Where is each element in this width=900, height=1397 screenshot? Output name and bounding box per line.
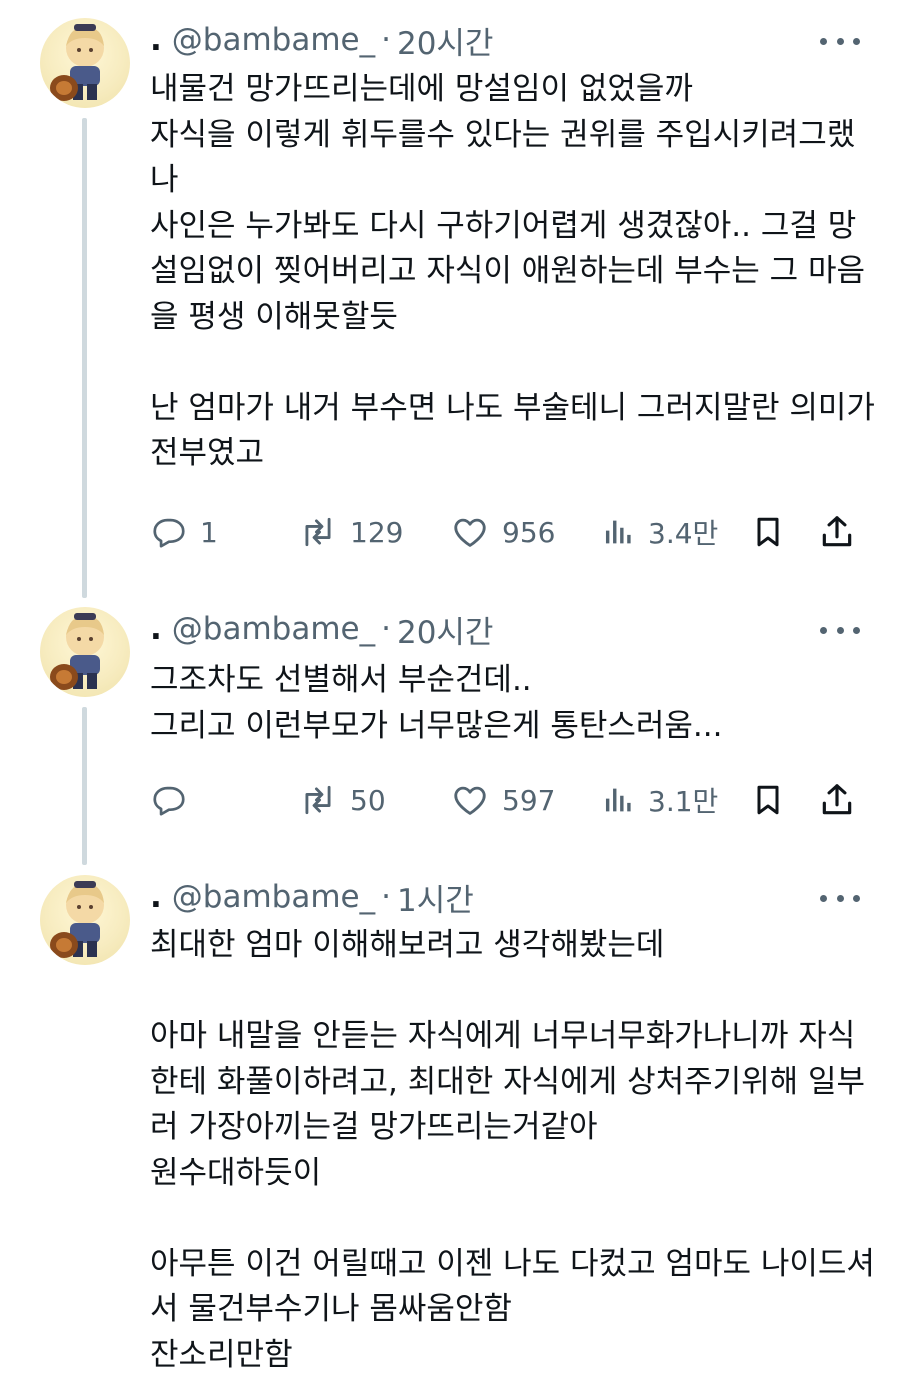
- share-upload-icon: [822, 784, 852, 815]
- timestamp[interactable]: 20시간: [397, 18, 494, 63]
- display-name-dot[interactable]: .: [150, 22, 162, 58]
- views-button[interactable]: 3.4만: [602, 507, 718, 557]
- share-upload-icon: [822, 516, 852, 547]
- share-button[interactable]: [818, 507, 856, 557]
- share-button[interactable]: [818, 775, 856, 825]
- avatar-character-icon: [50, 881, 104, 958]
- tweet-header: . @bambame_ · 20시간: [150, 607, 493, 651]
- bookmark-button[interactable]: [750, 775, 786, 825]
- tweet-3[interactable]: . @bambame_ · 1시간 최대한 엄마 이해해보려고 생각해봤는데 아…: [0, 868, 900, 1397]
- bar-chart-icon: [605, 520, 631, 544]
- action-bar: 1 129 956 3.4만: [150, 507, 870, 557]
- retweet-button[interactable]: 129: [298, 507, 403, 557]
- bookmark-icon: [757, 785, 779, 815]
- timestamp[interactable]: 1시간: [397, 875, 474, 920]
- heart-icon: [454, 518, 486, 547]
- tweet-text: 내물건 망가뜨리는데에 망설임이 없었을까 자식을 이렇게 휘두를수 있다는 권…: [150, 71, 875, 471]
- display-name-dot[interactable]: .: [150, 879, 162, 915]
- avatar[interactable]: [40, 18, 130, 108]
- action-bar: 50 597 3.1만: [150, 775, 870, 825]
- avatar-character-icon: [50, 613, 104, 690]
- bookmark-icon: [757, 517, 779, 547]
- like-count: 597: [502, 783, 556, 817]
- reply-button[interactable]: 1: [150, 507, 218, 557]
- more-dots-icon[interactable]: [820, 615, 860, 645]
- thread-line: [82, 707, 87, 865]
- tweet-1[interactable]: . @bambame_ · 20시간 내물건 망가뜨리는데에 망설임이 없었을까…: [0, 0, 900, 600]
- reply-count: 1: [200, 515, 218, 549]
- avatar[interactable]: [40, 875, 130, 965]
- user-handle[interactable]: @bambame_: [172, 611, 375, 647]
- user-handle[interactable]: @bambame_: [172, 22, 375, 58]
- tweet-header: . @bambame_ · 20시간: [150, 18, 493, 62]
- bookmark-button[interactable]: [750, 507, 786, 557]
- avatar[interactable]: [40, 607, 130, 697]
- reply-bubble-icon: [153, 786, 185, 816]
- user-handle[interactable]: @bambame_: [172, 879, 375, 915]
- more-dots-icon[interactable]: [820, 883, 860, 913]
- reply-button[interactable]: [150, 775, 200, 825]
- retweet-arrows-icon: [305, 785, 331, 815]
- tweet-text: 그조차도 선별해서 부순건데.. 그리고 이런부모가 너무많은게 통탄스러움..…: [150, 662, 723, 744]
- retweet-count: 50: [350, 783, 386, 817]
- tweet-text: 최대한 엄마 이해해보려고 생각해봤는데 아마 내말을 안듣는 자식에게 너무너…: [150, 927, 875, 1373]
- separator-dot: ·: [381, 22, 391, 58]
- thread-line: [82, 118, 87, 598]
- views-count: 3.1만: [648, 785, 719, 818]
- views-button[interactable]: 3.1만: [602, 775, 718, 825]
- display-name-dot[interactable]: .: [150, 611, 162, 647]
- tweet-2[interactable]: . @bambame_ · 20시간 그조차도 선별해서 부순건데.. 그리고 …: [0, 600, 900, 868]
- avatar-character-icon: [50, 24, 104, 101]
- tweet-header: . @bambame_ · 1시간: [150, 875, 474, 919]
- retweet-arrows-icon: [305, 517, 331, 547]
- like-count: 956: [502, 515, 556, 549]
- retweet-count: 129: [350, 515, 404, 549]
- like-button[interactable]: 597: [450, 775, 555, 825]
- separator-dot: ·: [381, 611, 391, 647]
- retweet-button[interactable]: 50: [298, 775, 386, 825]
- separator-dot: ·: [381, 879, 391, 915]
- more-dots-icon[interactable]: [820, 26, 860, 56]
- heart-icon: [454, 786, 486, 815]
- like-button[interactable]: 956: [450, 507, 555, 557]
- timestamp[interactable]: 20시간: [397, 607, 494, 652]
- bar-chart-icon: [605, 788, 631, 812]
- reply-bubble-icon: [153, 518, 185, 548]
- views-count: 3.4만: [648, 517, 719, 550]
